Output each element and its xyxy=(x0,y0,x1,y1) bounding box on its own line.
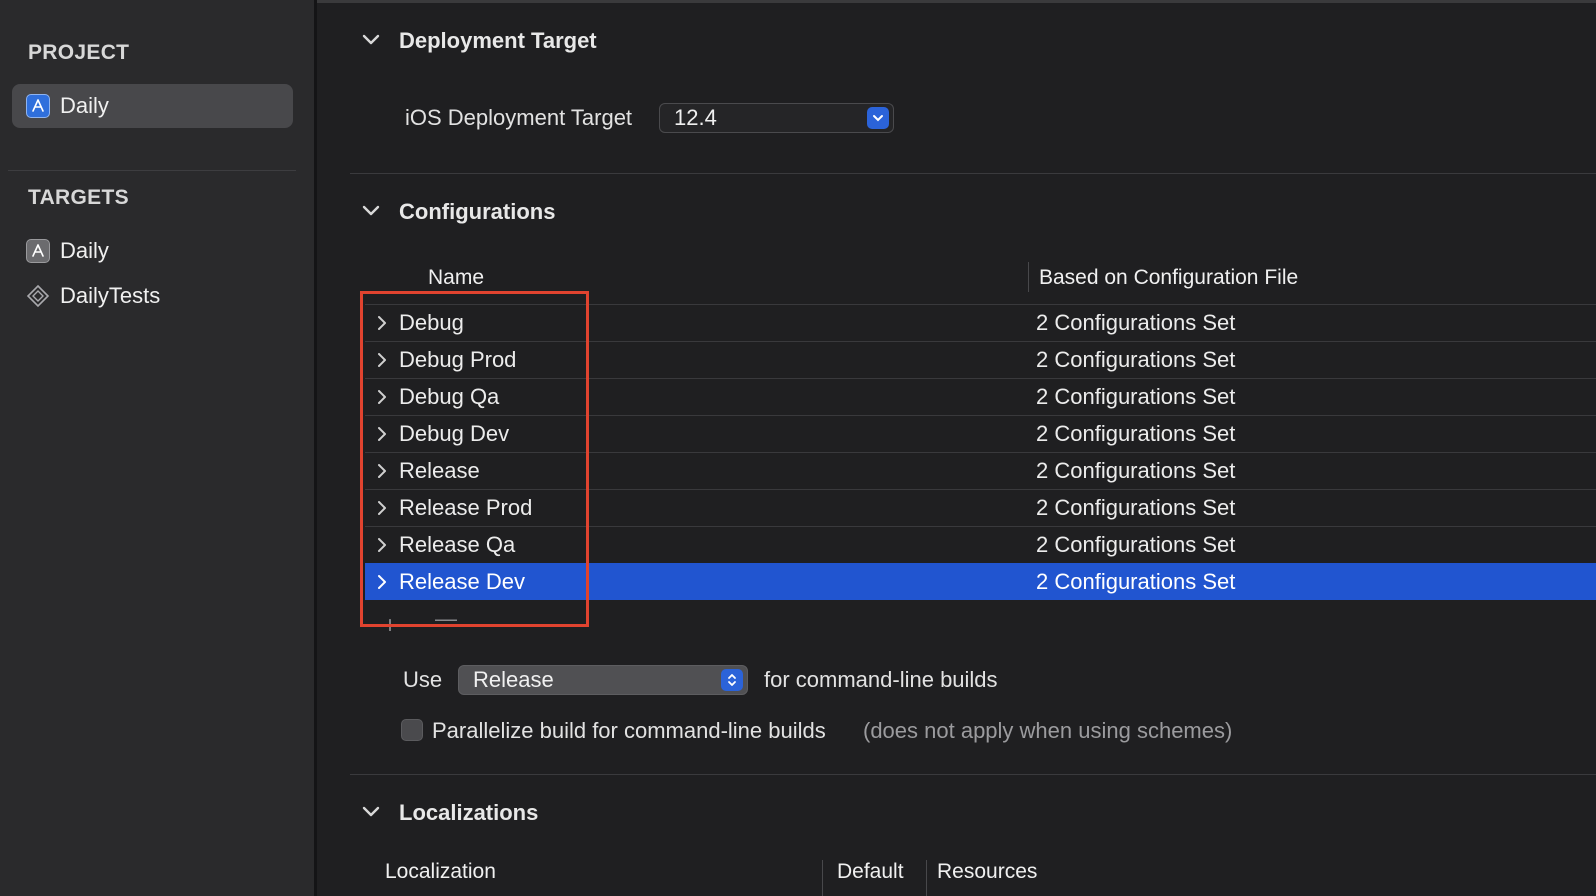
configurations-table: Debug 2 Configurations Set Debug Prod 2 … xyxy=(365,304,1596,600)
config-name: Release xyxy=(399,458,480,483)
updown-chevron-icon xyxy=(721,669,743,691)
app-icon xyxy=(26,94,50,118)
column-header-default[interactable]: Default xyxy=(837,860,904,884)
use-label: Use xyxy=(403,667,443,692)
table-row[interactable]: Debug Prod 2 Configurations Set xyxy=(365,341,1596,378)
chevron-down-icon xyxy=(867,107,889,129)
column-header-based-on[interactable]: Based on Configuration File xyxy=(1039,266,1298,290)
config-based-on: 2 Configurations Set xyxy=(1036,310,1236,335)
build-settings-editor: Deployment Target iOS Deployment Target … xyxy=(317,0,1596,896)
command-line-config-value: Release xyxy=(473,667,554,692)
sidebar-item-label: Daily xyxy=(60,238,109,263)
chevron-right-icon[interactable] xyxy=(375,463,389,479)
remove-configuration-button[interactable]: — xyxy=(435,606,457,632)
sidebar-divider xyxy=(8,170,296,171)
table-row[interactable]: Debug Dev 2 Configurations Set xyxy=(365,415,1596,452)
parallelize-note: (does not apply when using schemes) xyxy=(863,718,1233,743)
chevron-down-icon[interactable] xyxy=(361,30,381,50)
chevron-down-icon[interactable] xyxy=(361,201,381,221)
sidebar-item-label: Daily xyxy=(60,93,109,118)
table-row[interactable]: Release Qa 2 Configurations Set xyxy=(365,526,1596,563)
section-divider xyxy=(350,774,1596,775)
config-name: Release Qa xyxy=(399,532,516,557)
app-icon xyxy=(26,239,50,263)
project-section-header: PROJECT xyxy=(28,41,130,64)
top-border xyxy=(317,0,1596,3)
config-name: Debug Dev xyxy=(399,421,510,446)
sidebar-item-label: DailyTests xyxy=(60,283,161,308)
section-divider xyxy=(350,173,1596,174)
deployment-target-section-title: Deployment Target xyxy=(399,28,597,53)
config-based-on: 2 Configurations Set xyxy=(1036,384,1236,409)
config-name: Debug xyxy=(399,310,464,335)
tests-icon xyxy=(26,284,50,308)
table-row[interactable]: Debug 2 Configurations Set xyxy=(365,304,1596,341)
parallelize-label[interactable]: Parallelize build for command-line build… xyxy=(432,718,826,744)
config-name: Debug Qa xyxy=(399,384,500,409)
table-row-selected[interactable]: Release Dev 2 Configurations Set xyxy=(365,563,1596,600)
configurations-table-header: Name Based on Configuration File xyxy=(317,262,1596,302)
config-based-on: 2 Configurations Set xyxy=(1036,569,1236,594)
chevron-right-icon[interactable] xyxy=(375,426,389,442)
column-header-localization[interactable]: Localization xyxy=(385,860,496,884)
column-separator[interactable] xyxy=(926,860,927,896)
chevron-right-icon[interactable] xyxy=(375,574,389,590)
use-suffix-label: for command-line builds xyxy=(764,667,998,692)
ios-deployment-target-value: 12.4 xyxy=(674,105,717,130)
config-based-on: 2 Configurations Set xyxy=(1036,421,1236,446)
chevron-right-icon[interactable] xyxy=(375,389,389,405)
localizations-section-title: Localizations xyxy=(399,800,539,825)
targets-section-header: TARGETS xyxy=(28,186,129,209)
ios-deployment-target-popup[interactable]: 12.4 xyxy=(659,103,894,133)
sidebar-item-target-daily[interactable]: Daily xyxy=(12,229,293,273)
config-based-on: 2 Configurations Set xyxy=(1036,495,1236,520)
config-name: Release Prod xyxy=(399,495,533,520)
column-header-resources[interactable]: Resources xyxy=(937,860,1037,884)
config-name: Debug Prod xyxy=(399,347,517,372)
config-based-on: 2 Configurations Set xyxy=(1036,347,1236,372)
command-line-config-popup[interactable]: Release xyxy=(458,665,748,695)
column-separator[interactable] xyxy=(822,860,823,896)
column-header-name[interactable]: Name xyxy=(428,266,484,290)
parallelize-checkbox[interactable] xyxy=(401,719,423,741)
table-row[interactable]: Release Prod 2 Configurations Set xyxy=(365,489,1596,526)
chevron-right-icon[interactable] xyxy=(375,500,389,516)
sidebar-item-target-dailytests[interactable]: DailyTests xyxy=(12,274,293,318)
chevron-right-icon[interactable] xyxy=(375,352,389,368)
add-configuration-button[interactable]: + xyxy=(383,612,397,640)
navigator-sidebar: PROJECT Daily TARGETS Daily DailyTests xyxy=(0,0,314,896)
table-row[interactable]: Release 2 Configurations Set xyxy=(365,452,1596,489)
table-row[interactable]: Debug Qa 2 Configurations Set xyxy=(365,378,1596,415)
config-based-on: 2 Configurations Set xyxy=(1036,458,1236,483)
config-based-on: 2 Configurations Set xyxy=(1036,532,1236,557)
chevron-right-icon[interactable] xyxy=(375,315,389,331)
column-separator[interactable] xyxy=(1028,262,1029,292)
configurations-section-title: Configurations xyxy=(399,199,556,224)
ios-deployment-target-label: iOS Deployment Target xyxy=(405,105,633,130)
config-name: Release Dev xyxy=(399,569,525,594)
chevron-down-icon[interactable] xyxy=(361,802,381,822)
sidebar-item-project-daily[interactable]: Daily xyxy=(12,84,293,128)
chevron-right-icon[interactable] xyxy=(375,537,389,553)
